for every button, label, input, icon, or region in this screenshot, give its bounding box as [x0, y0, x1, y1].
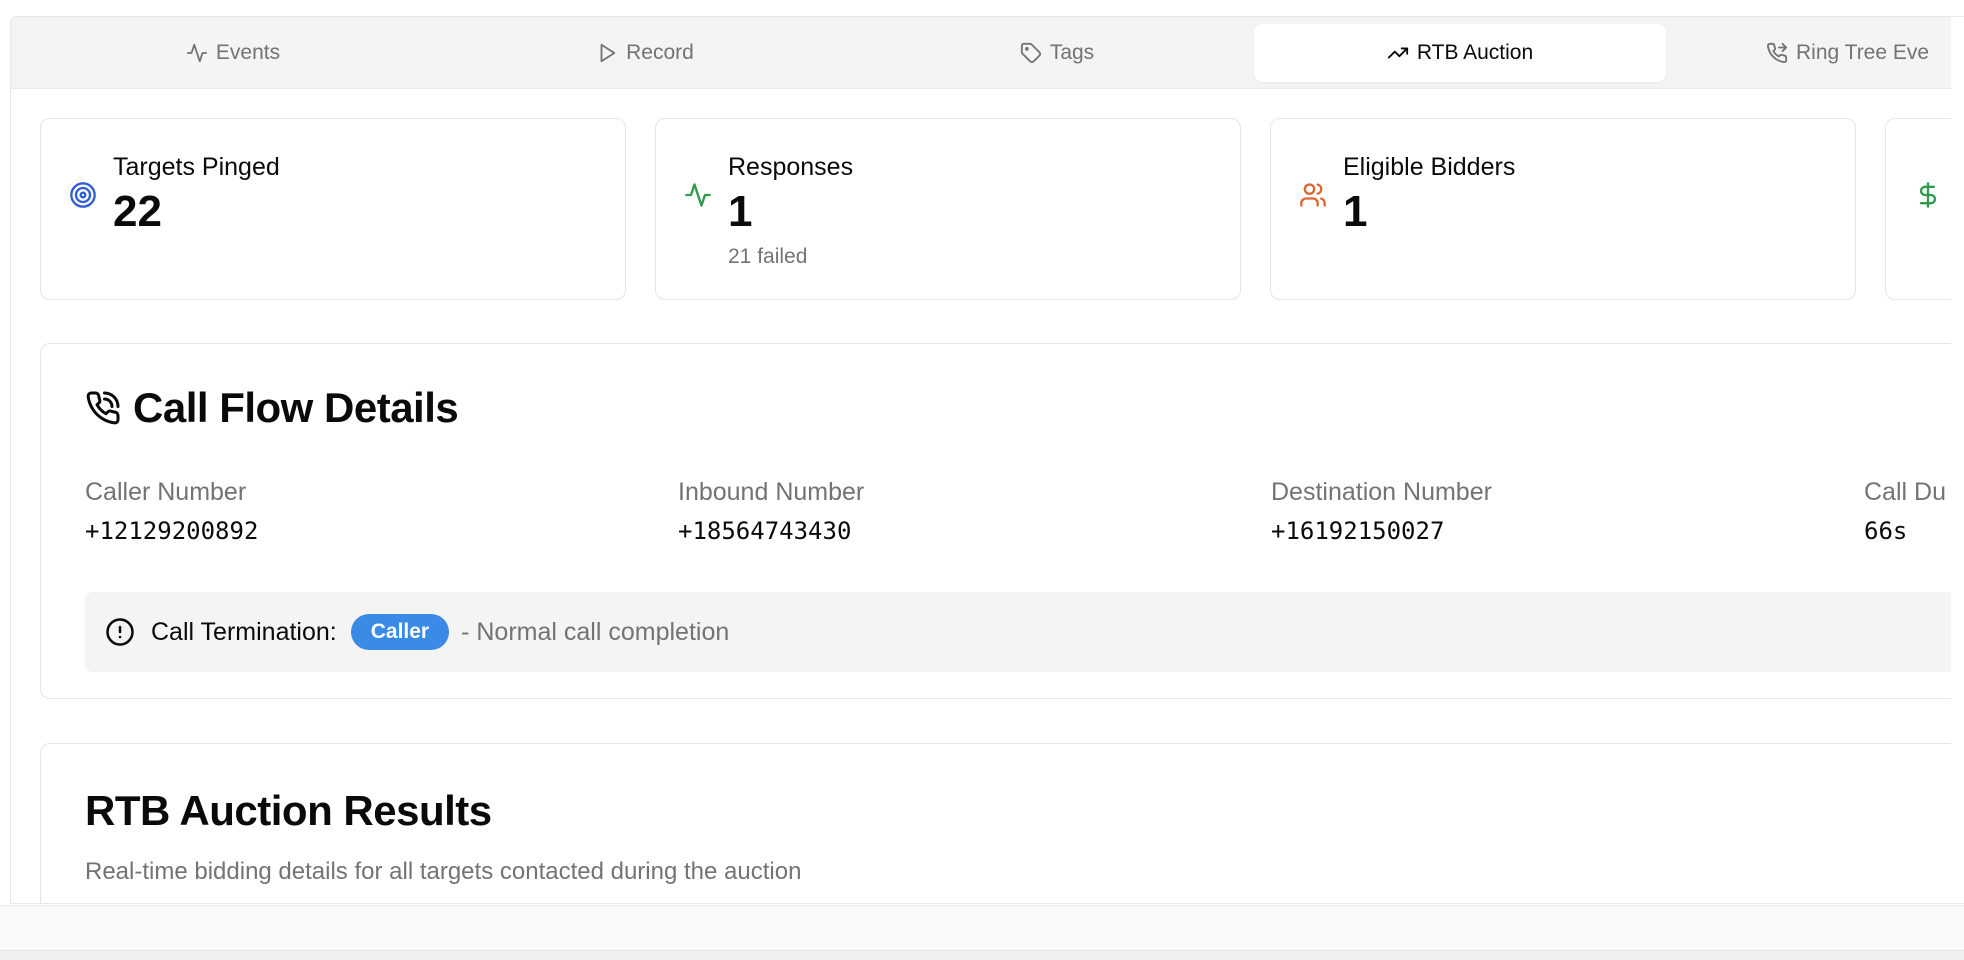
stat-value: 22	[113, 187, 162, 236]
phone-forwarded-icon	[1767, 42, 1788, 63]
stat-card-targets-pinged: Targets Pinged 22	[40, 118, 626, 300]
field-value: +12129200892	[85, 517, 259, 545]
stat-label: Eligible Bidders	[1343, 153, 1516, 181]
destination-number-field: Destination Number +16192150027	[1271, 478, 1492, 545]
rtb-results-card: RTB Auction Results Real-time bidding de…	[40, 743, 1964, 903]
activity-icon	[186, 43, 207, 63]
call-flow-title-text: Call Flow Details	[133, 384, 459, 431]
phone-call-icon	[86, 391, 120, 425]
field-value: +16192150027	[1271, 517, 1445, 545]
field-label: Inbound Number	[678, 478, 865, 506]
field-label: Caller Number	[85, 478, 247, 506]
call-duration-field: Call Du 66s	[1864, 478, 1946, 545]
tab-rtb-auction[interactable]: RTB Auction	[1254, 24, 1666, 82]
alert-circle-icon	[106, 618, 134, 646]
tab-bar: Events Record Tags RTB Auction Ring Tree…	[11, 17, 1964, 89]
stat-subtext: 21 failed	[728, 245, 808, 268]
stat-value: 1	[728, 187, 753, 236]
call-flow-title: Call Flow Details	[85, 384, 459, 432]
call-termination-row: Call Termination: Caller - Normal call c…	[85, 592, 1964, 672]
tab-tags[interactable]: Tags	[851, 24, 1263, 82]
call-flow-card: Call Flow Details Caller Number +1212920…	[40, 343, 1964, 699]
caller-number-field: Caller Number +12129200892	[85, 478, 258, 545]
rtb-results-title: RTB Auction Results	[85, 787, 492, 834]
trending-up-icon	[1387, 47, 1408, 59]
tag-icon	[1020, 42, 1041, 64]
stat-label: Responses	[728, 153, 854, 181]
dollar-icon	[1914, 181, 1942, 209]
field-label: Call Du	[1864, 478, 1946, 506]
tab-ring-tree-events[interactable]: Ring Tree Eve	[1666, 24, 1964, 82]
termination-description: - Normal call completion	[461, 617, 730, 646]
field-label: Destination Number	[1271, 478, 1492, 506]
call-detail-panel: Events Record Tags RTB Auction Ring Tree…	[10, 16, 1964, 904]
tab-label: Ring Tree Eve	[1796, 41, 1930, 64]
activity-icon	[684, 181, 712, 209]
tab-label: Events	[215, 41, 281, 64]
users-icon	[1299, 181, 1327, 209]
right-edge	[1951, 17, 1964, 903]
play-icon	[600, 43, 616, 63]
tab-record[interactable]: Record	[439, 24, 851, 82]
bottom-edge	[0, 950, 1964, 960]
stat-value: 1	[1343, 187, 1368, 236]
target-icon	[69, 181, 97, 209]
termination-badge: Caller	[350, 614, 450, 650]
field-value: 66s	[1864, 517, 1908, 545]
rtb-results-subtitle: Real-time bidding details for all target…	[85, 858, 802, 885]
stat-label: Targets Pinged	[113, 153, 280, 181]
inbound-number-field: Inbound Number +18564743430	[678, 478, 864, 545]
tab-events[interactable]: Events	[27, 24, 439, 82]
stat-card-responses: Responses 1 21 failed	[655, 118, 1241, 300]
tab-label: RTB Auction	[1416, 41, 1534, 64]
stat-card-eligible-bidders: Eligible Bidders 1	[1270, 118, 1856, 300]
tab-label: Tags	[1049, 41, 1095, 64]
viewport: Events Record Tags RTB Auction Ring Tree…	[0, 0, 1964, 960]
field-value: +18564743430	[678, 517, 852, 545]
termination-label: Call Termination:	[151, 617, 337, 646]
tab-label: Record	[626, 41, 694, 64]
